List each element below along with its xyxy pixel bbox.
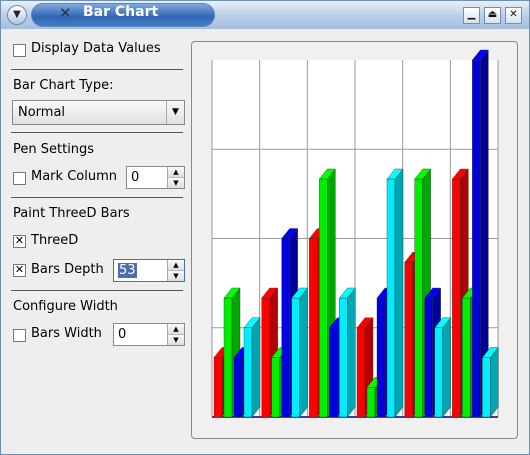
bars-width-label: Bars Width — [31, 326, 102, 341]
chart-type-heading: Bar Chart Type: — [13, 78, 114, 93]
app-logo-icon: ✕ — [59, 4, 72, 22]
bar-front — [472, 59, 481, 418]
title-bar[interactable]: ▼ ✕ Bar Chart ▁ ⏏ ✕ — [1, 1, 529, 29]
window-menu-button[interactable]: ▼ — [7, 5, 27, 25]
bar-side — [251, 317, 261, 418]
bar-front — [424, 297, 433, 418]
bar-side — [442, 317, 451, 418]
display-values-checkbox[interactable] — [13, 44, 26, 57]
configure-width-heading: Configure Width — [13, 299, 118, 314]
mark-column-checkbox[interactable] — [13, 172, 26, 185]
bar-front — [462, 297, 471, 418]
bar-side — [490, 346, 499, 418]
chart-frame — [191, 41, 518, 439]
spin-down-icon[interactable]: ▼ — [167, 271, 184, 281]
bar-chart — [211, 49, 499, 418]
bar-front — [309, 238, 318, 418]
display-values-label: Display Data Values — [31, 41, 161, 56]
bar-front — [482, 357, 491, 418]
bar-front — [452, 178, 461, 418]
spin-down-icon[interactable]: ▼ — [167, 335, 184, 345]
bar-front — [291, 297, 300, 418]
bar-front — [356, 327, 366, 418]
chevron-down-icon: ▼ — [13, 9, 21, 20]
bars-depth-checkbox[interactable]: ✕ — [13, 264, 26, 277]
pen-settings-heading: Pen Settings — [13, 142, 95, 157]
bar-front — [213, 357, 223, 418]
bars-depth-value: 53 — [118, 263, 137, 278]
maximize-button[interactable]: ⏏ — [484, 7, 501, 24]
content-panel: Display Data Values Bar Chart Type: Norm… — [1, 29, 529, 454]
spin-down-icon[interactable]: ▼ — [167, 178, 184, 188]
bar-front — [319, 178, 328, 418]
bar-front — [339, 297, 348, 418]
bar-front — [366, 387, 376, 418]
bar-front — [261, 297, 270, 418]
window-title: Bar Chart — [83, 4, 159, 20]
bar-front — [329, 327, 338, 418]
close-button[interactable]: ✕ — [505, 7, 522, 24]
bars-width-checkbox[interactable] — [13, 329, 26, 342]
bar-side — [347, 287, 356, 418]
mark-column-value: 0 — [131, 170, 140, 185]
bar-side — [299, 287, 308, 418]
bars-depth-label: Bars Depth — [31, 262, 104, 277]
bar-front — [434, 327, 443, 418]
minimize-button[interactable]: ▁ — [463, 7, 480, 24]
app-window: ▼ ✕ Bar Chart ▁ ⏏ ✕ Display Data Values … — [0, 0, 530, 455]
bar-front — [404, 262, 413, 418]
bar-side — [394, 168, 404, 418]
threed-label: ThreeD — [31, 233, 79, 248]
threed-heading: Paint ThreeD Bars — [13, 206, 130, 221]
spin-up-icon[interactable]: ▲ — [167, 260, 184, 271]
mark-column-spinbox[interactable]: 0 ▲ ▼ — [126, 166, 185, 189]
bar-front — [223, 297, 233, 418]
separator — [11, 69, 183, 70]
bars-width-value: 0 — [118, 327, 127, 342]
bar-front — [376, 297, 386, 418]
chart-type-value: Normal — [18, 105, 66, 120]
separator — [11, 132, 183, 133]
threed-checkbox[interactable]: ✕ — [13, 235, 26, 248]
mark-column-label: Mark Column — [31, 169, 117, 184]
spin-up-icon[interactable]: ▲ — [167, 167, 184, 178]
bars-depth-spinbox[interactable]: 53 ▲ ▼ — [113, 259, 185, 282]
bar-front — [243, 327, 253, 418]
bar-front — [281, 238, 290, 418]
bar-front — [386, 178, 396, 418]
separator — [11, 197, 183, 198]
separator — [11, 290, 183, 291]
bar-front — [233, 357, 243, 418]
bars-width-spinbox[interactable]: 0 ▲ ▼ — [113, 323, 185, 346]
chart-type-select[interactable]: Normal ▼ — [12, 100, 185, 125]
bar-front — [271, 357, 280, 418]
chevron-down-icon[interactable]: ▼ — [166, 101, 184, 124]
bar-front — [414, 178, 423, 418]
spin-up-icon[interactable]: ▲ — [167, 324, 184, 335]
